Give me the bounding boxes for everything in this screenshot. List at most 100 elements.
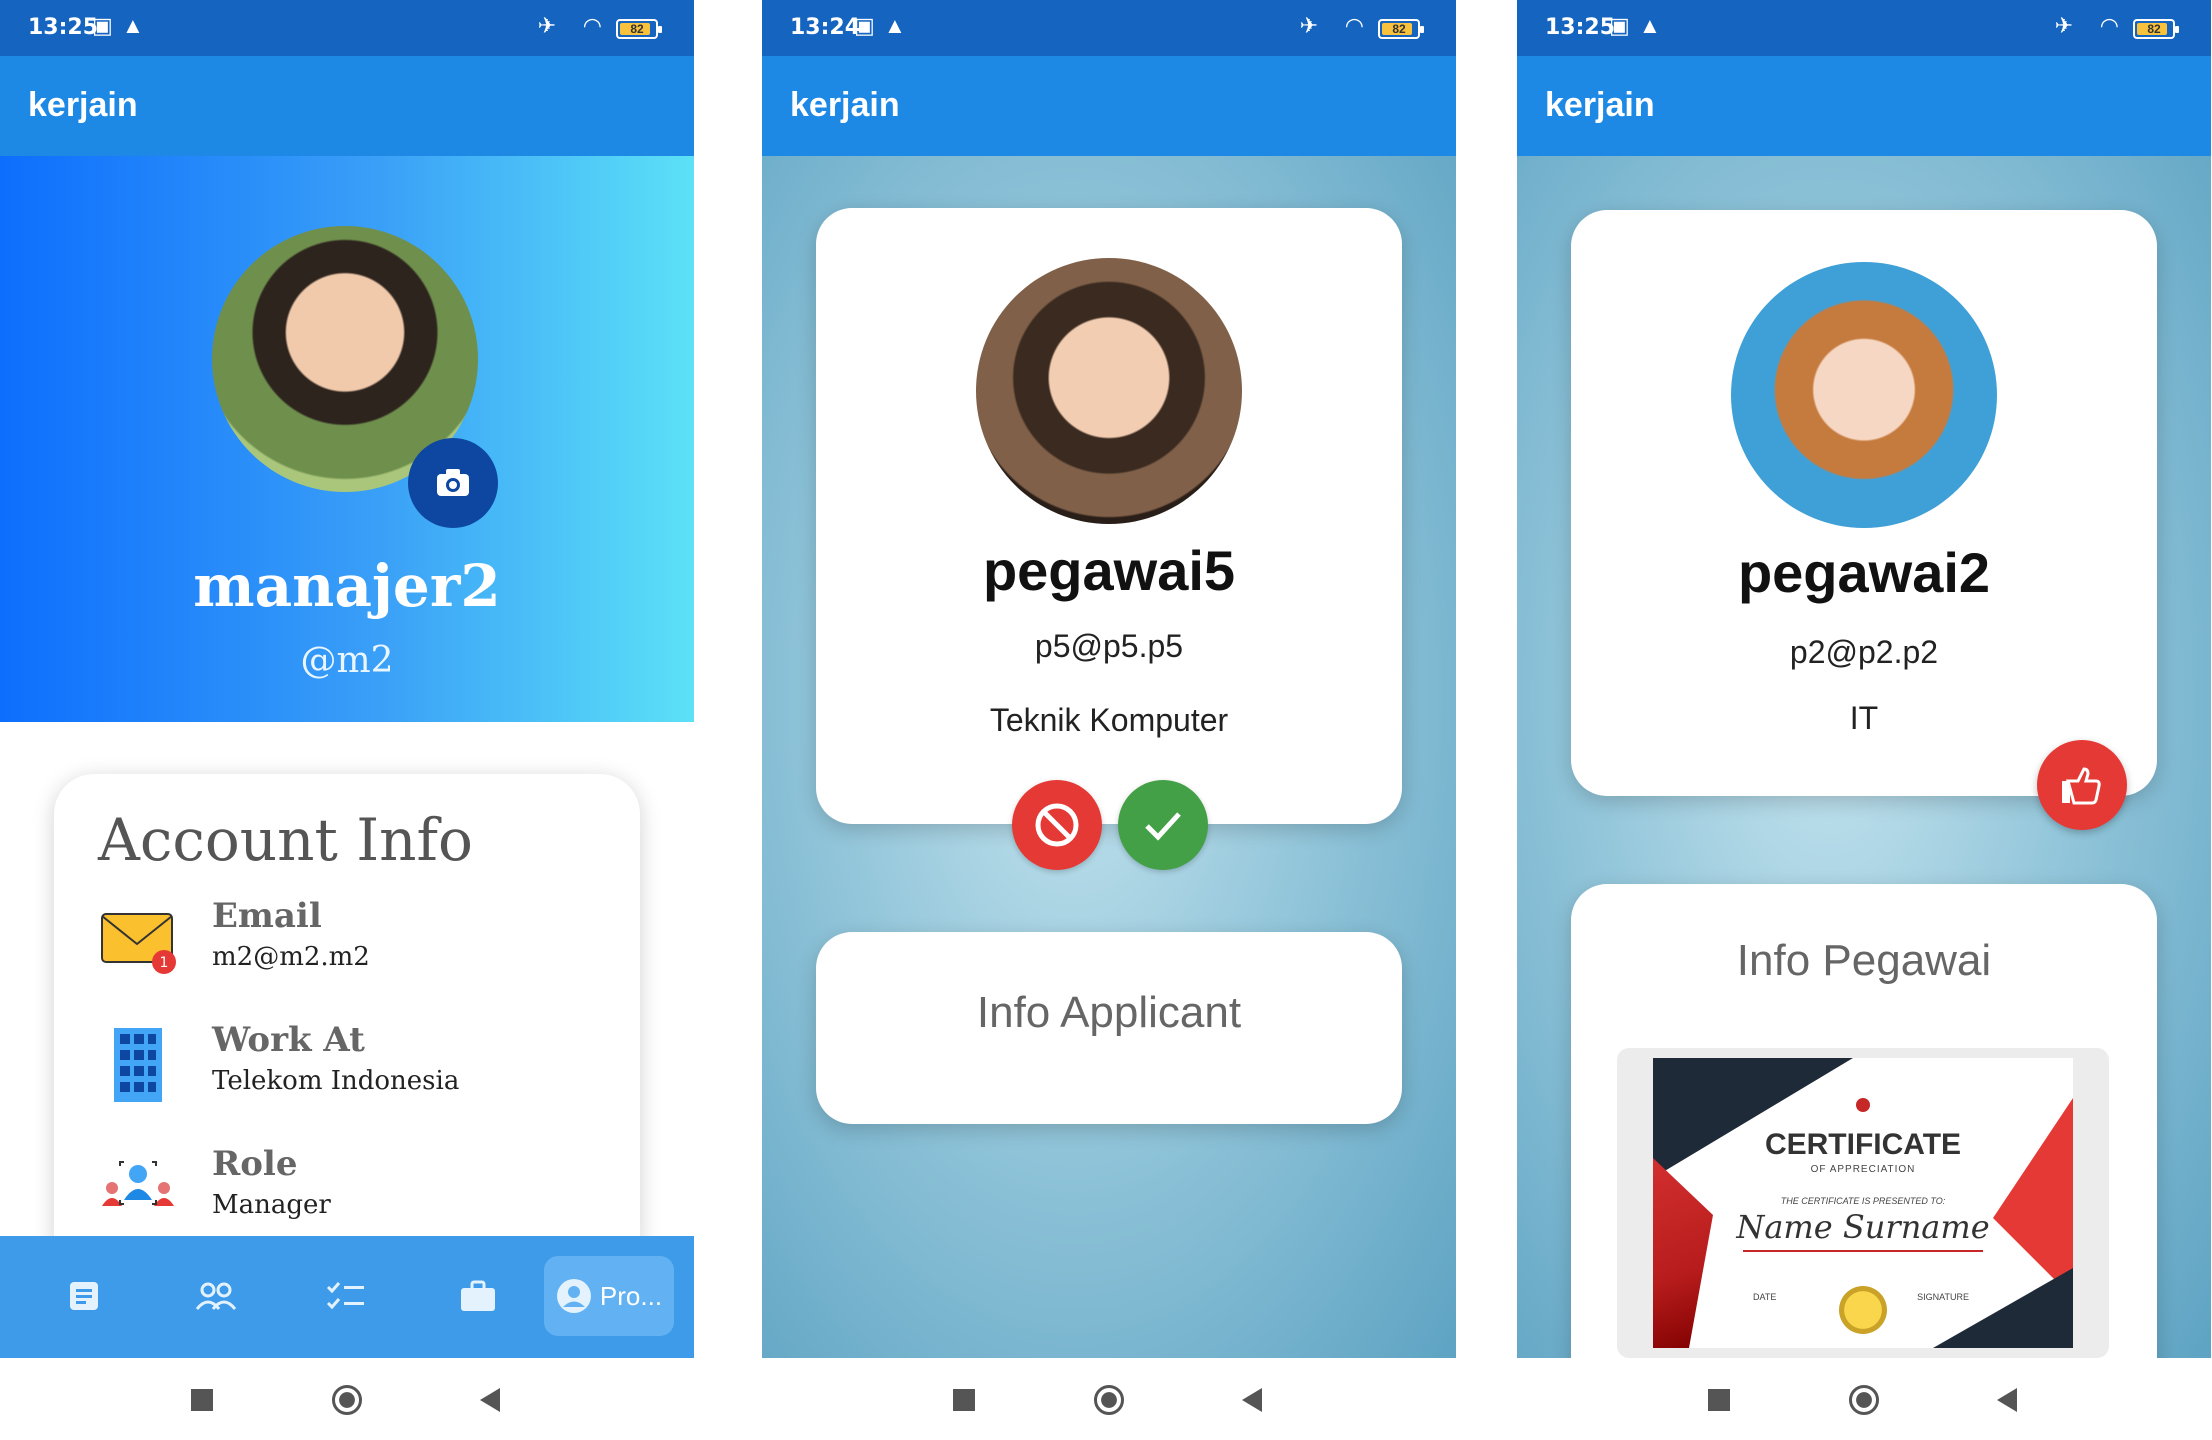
square-icon bbox=[953, 1389, 975, 1411]
email-row: 1 Email m2@m2.m2 bbox=[98, 896, 618, 996]
info-applicant-card: Info Applicant bbox=[816, 932, 1402, 1124]
document-icon bbox=[70, 1282, 98, 1310]
nav-jobs[interactable] bbox=[438, 1260, 518, 1332]
warning-icon: ▲ bbox=[122, 13, 144, 38]
recents-button[interactable] bbox=[1697, 1378, 1741, 1422]
nav-profile[interactable]: Pro... bbox=[544, 1256, 674, 1336]
building-icon bbox=[114, 1028, 162, 1102]
app-title: kerjain bbox=[28, 86, 138, 124]
home-button[interactable] bbox=[325, 1378, 369, 1422]
battery-level: 82 bbox=[2147, 22, 2161, 36]
back-triangle-icon bbox=[1242, 1388, 1262, 1412]
status-time: 13:24 bbox=[790, 15, 861, 40]
app-bar: kerjain bbox=[1517, 56, 2211, 156]
recents-button[interactable] bbox=[180, 1378, 224, 1422]
back-triangle-icon bbox=[480, 1388, 500, 1412]
cert-presented: THE CERTIFICATE IS PRESENTED TO: bbox=[1780, 1196, 1946, 1206]
cert-date-label: DATE bbox=[1753, 1292, 1777, 1302]
cert-title: CERTIFICATE bbox=[1764, 1128, 1962, 1161]
work-label: Work At bbox=[212, 1020, 365, 1060]
email-badge-count: 1 bbox=[160, 955, 169, 971]
nav-people[interactable] bbox=[176, 1260, 256, 1332]
certificate-thumbnail[interactable]: CERTIFICATE OF APPRECIATION THE CERTIFIC… bbox=[1617, 1048, 2109, 1358]
change-photo-button[interactable] bbox=[408, 438, 498, 528]
back-button[interactable] bbox=[1230, 1378, 1274, 1422]
reject-button[interactable] bbox=[1012, 780, 1102, 870]
dismiss-employee-button[interactable] bbox=[2037, 740, 2127, 830]
applicant-department: Teknik Komputer bbox=[989, 702, 1229, 738]
cert-logo bbox=[1856, 1098, 1870, 1112]
notification-icon: ▣ bbox=[92, 13, 113, 38]
battery-level: 82 bbox=[1392, 22, 1406, 36]
app-bar: kerjain bbox=[762, 56, 1456, 156]
certificate-image: CERTIFICATE OF APPRECIATION THE CERTIFIC… bbox=[1653, 1058, 2073, 1348]
work-row: Work At Telekom Indonesia bbox=[98, 1020, 618, 1120]
applicant-avatar bbox=[976, 258, 1242, 524]
system-nav-bar bbox=[762, 1358, 1456, 1440]
system-nav-bar bbox=[1517, 1358, 2211, 1440]
airplane-icon: ✈ bbox=[537, 13, 556, 38]
profile-screen: 13:25 ▣ ▲ ✈ ◠ 82 kerjain manajer2 @m2 Ac… bbox=[0, 0, 694, 1440]
home-button[interactable] bbox=[1087, 1378, 1131, 1422]
info-pegawai-title: Info Pegawai bbox=[1736, 936, 1992, 985]
account-info-title: Account Info bbox=[98, 806, 473, 874]
profile-name: manajer2 bbox=[193, 552, 501, 620]
status-bar: 13:25 ▣ ▲ ✈ ◠ 82 bbox=[1517, 0, 2211, 56]
home-button[interactable] bbox=[1842, 1378, 1886, 1422]
system-nav-bar bbox=[0, 1358, 694, 1440]
airplane-icon: ✈ bbox=[2054, 13, 2073, 38]
app-title: kerjain bbox=[790, 86, 900, 124]
applicant-email: p5@p5.p5 bbox=[1034, 628, 1184, 664]
work-value: Telekom Indonesia bbox=[212, 1066, 460, 1096]
employee-screen: 13:25 ▣ ▲ ✈ ◠ 82 kerjain pegawai2 p2@p2.… bbox=[1517, 0, 2211, 1440]
cert-subtitle: OF APPRECIATION bbox=[1810, 1164, 1916, 1175]
email-value: m2@m2.m2 bbox=[212, 942, 370, 972]
back-button[interactable] bbox=[1985, 1378, 2029, 1422]
cert-divider bbox=[1743, 1250, 1983, 1252]
cert-recipient-name: Name Surname bbox=[1736, 1208, 1990, 1246]
square-icon bbox=[191, 1389, 213, 1411]
battery-icon: 82 bbox=[2133, 19, 2179, 39]
circle-icon bbox=[1094, 1385, 1124, 1415]
role-row: Role Manager bbox=[98, 1144, 618, 1244]
thumbs-down-hand-icon bbox=[2062, 767, 2101, 805]
applicant-screen: 13:24 ▣ ▲ ✈ ◠ 82 kerjain pegawai5 p5@p5.… bbox=[762, 0, 1456, 1440]
warning-icon: ▲ bbox=[1639, 13, 1661, 38]
block-icon bbox=[1035, 803, 1079, 847]
battery-icon: 82 bbox=[616, 19, 662, 39]
profile-handle: @m2 bbox=[300, 640, 394, 681]
square-icon bbox=[1708, 1389, 1730, 1411]
role-value: Manager bbox=[212, 1190, 331, 1220]
team-icon bbox=[102, 1161, 174, 1206]
notification-icon: ▣ bbox=[1609, 13, 1630, 38]
role-label: Role bbox=[212, 1144, 298, 1184]
camera-icon bbox=[437, 469, 469, 496]
bottom-nav: Pro... bbox=[0, 1236, 694, 1358]
app-title: kerjain bbox=[1545, 86, 1655, 124]
cert-decoration bbox=[1933, 1268, 2073, 1348]
check-icon bbox=[1145, 812, 1181, 841]
employee-department: IT bbox=[1849, 700, 1879, 736]
back-triangle-icon bbox=[1997, 1388, 2017, 1412]
wifi-icon: ◠ bbox=[582, 13, 602, 38]
back-button[interactable] bbox=[468, 1378, 512, 1422]
notification-icon: ▣ bbox=[854, 13, 875, 38]
cert-seal bbox=[1839, 1286, 1887, 1334]
applicant-name: pegawai5 bbox=[982, 539, 1236, 602]
accept-button[interactable] bbox=[1118, 780, 1208, 870]
recents-button[interactable] bbox=[942, 1378, 986, 1422]
nav-document[interactable] bbox=[44, 1260, 124, 1332]
cert-decoration bbox=[1653, 1158, 1713, 1348]
nav-profile-label: Pro... bbox=[599, 1280, 663, 1311]
nav-tasks[interactable] bbox=[306, 1260, 386, 1332]
account-info-card: Account Info 1 Email m2@m2.m2 Work At Te… bbox=[54, 774, 640, 1274]
app-bar: kerjain bbox=[0, 56, 694, 156]
wifi-icon: ◠ bbox=[1344, 13, 1364, 38]
circle-icon bbox=[332, 1385, 362, 1415]
status-bar: 13:24 ▣ ▲ ✈ ◠ 82 bbox=[762, 0, 1456, 56]
profile-icon bbox=[556, 1279, 591, 1313]
cert-signature-label: SIGNATURE bbox=[1917, 1292, 1969, 1302]
employee-avatar bbox=[1731, 262, 1997, 528]
airplane-icon: ✈ bbox=[1299, 13, 1318, 38]
warning-icon: ▲ bbox=[884, 13, 906, 38]
